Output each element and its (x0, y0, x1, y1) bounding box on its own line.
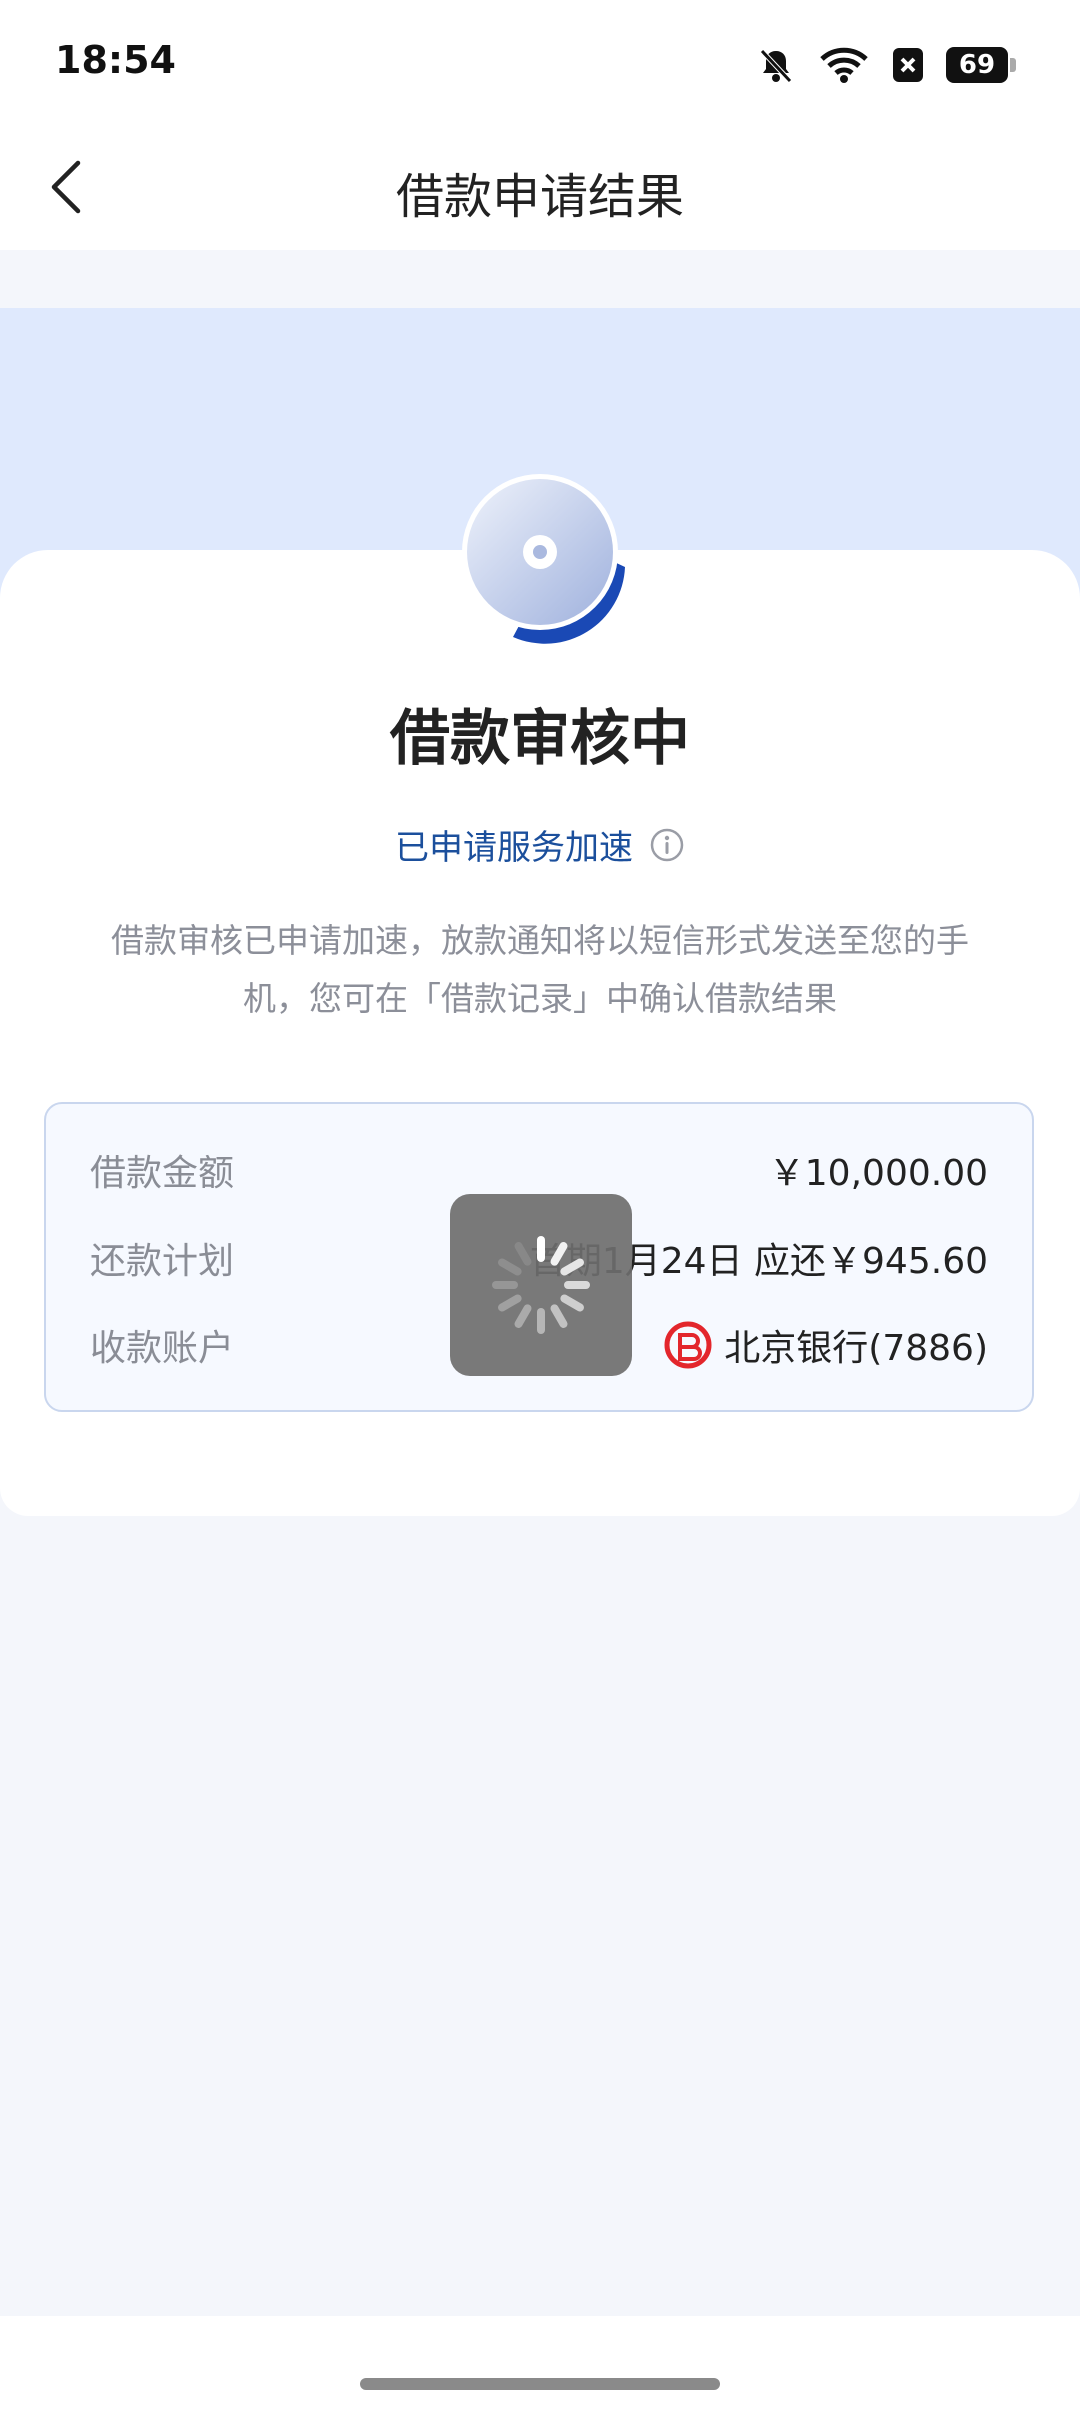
page-title: 借款申请结果 (395, 169, 684, 225)
detail-value-account: 北京银行(7886) (664, 1319, 988, 1371)
bottom-nav-area (0, 2316, 1080, 2414)
status-bar: 18:54 69 (0, 0, 1080, 125)
detail-value: ￥10,000.00 (768, 1153, 988, 1194)
accelerate-link[interactable]: 已申请服务加速 (395, 820, 633, 869)
nav-bar: 借款申请结果 (0, 125, 1080, 250)
detail-label: 借款金额 (90, 1153, 235, 1194)
info-icon[interactable] (649, 827, 685, 863)
status-icons: 69 (756, 40, 1016, 90)
battery-level: 69 (958, 50, 996, 80)
loading-overlay (450, 1194, 632, 1376)
home-indicator[interactable] (360, 2378, 720, 2390)
bell-off-icon (760, 49, 792, 83)
close-box-icon (893, 48, 923, 82)
wifi-icon (820, 47, 868, 83)
bank-account-text: 北京银行(7886) (724, 1328, 988, 1369)
loading-spinner-icon (492, 1236, 590, 1334)
bank-logo-icon (664, 1321, 712, 1369)
accelerate-row: 已申请服务加速 (0, 820, 1080, 869)
review-description: 借款审核已申请加速，放款通知将以短信形式发送至您的手机，您可在「借款记录」中确认… (111, 921, 969, 1018)
battery-icon: 69 (946, 47, 1016, 83)
detail-row-amount: 借款金额 ￥10,000.00 (90, 1140, 988, 1200)
review-status-title: 借款审核中 (390, 704, 690, 774)
status-time: 18:54 (55, 38, 176, 82)
review-pending-icon (462, 474, 625, 644)
detail-label: 还款计划 (90, 1241, 235, 1282)
detail-label: 收款账户 (90, 1328, 235, 1369)
